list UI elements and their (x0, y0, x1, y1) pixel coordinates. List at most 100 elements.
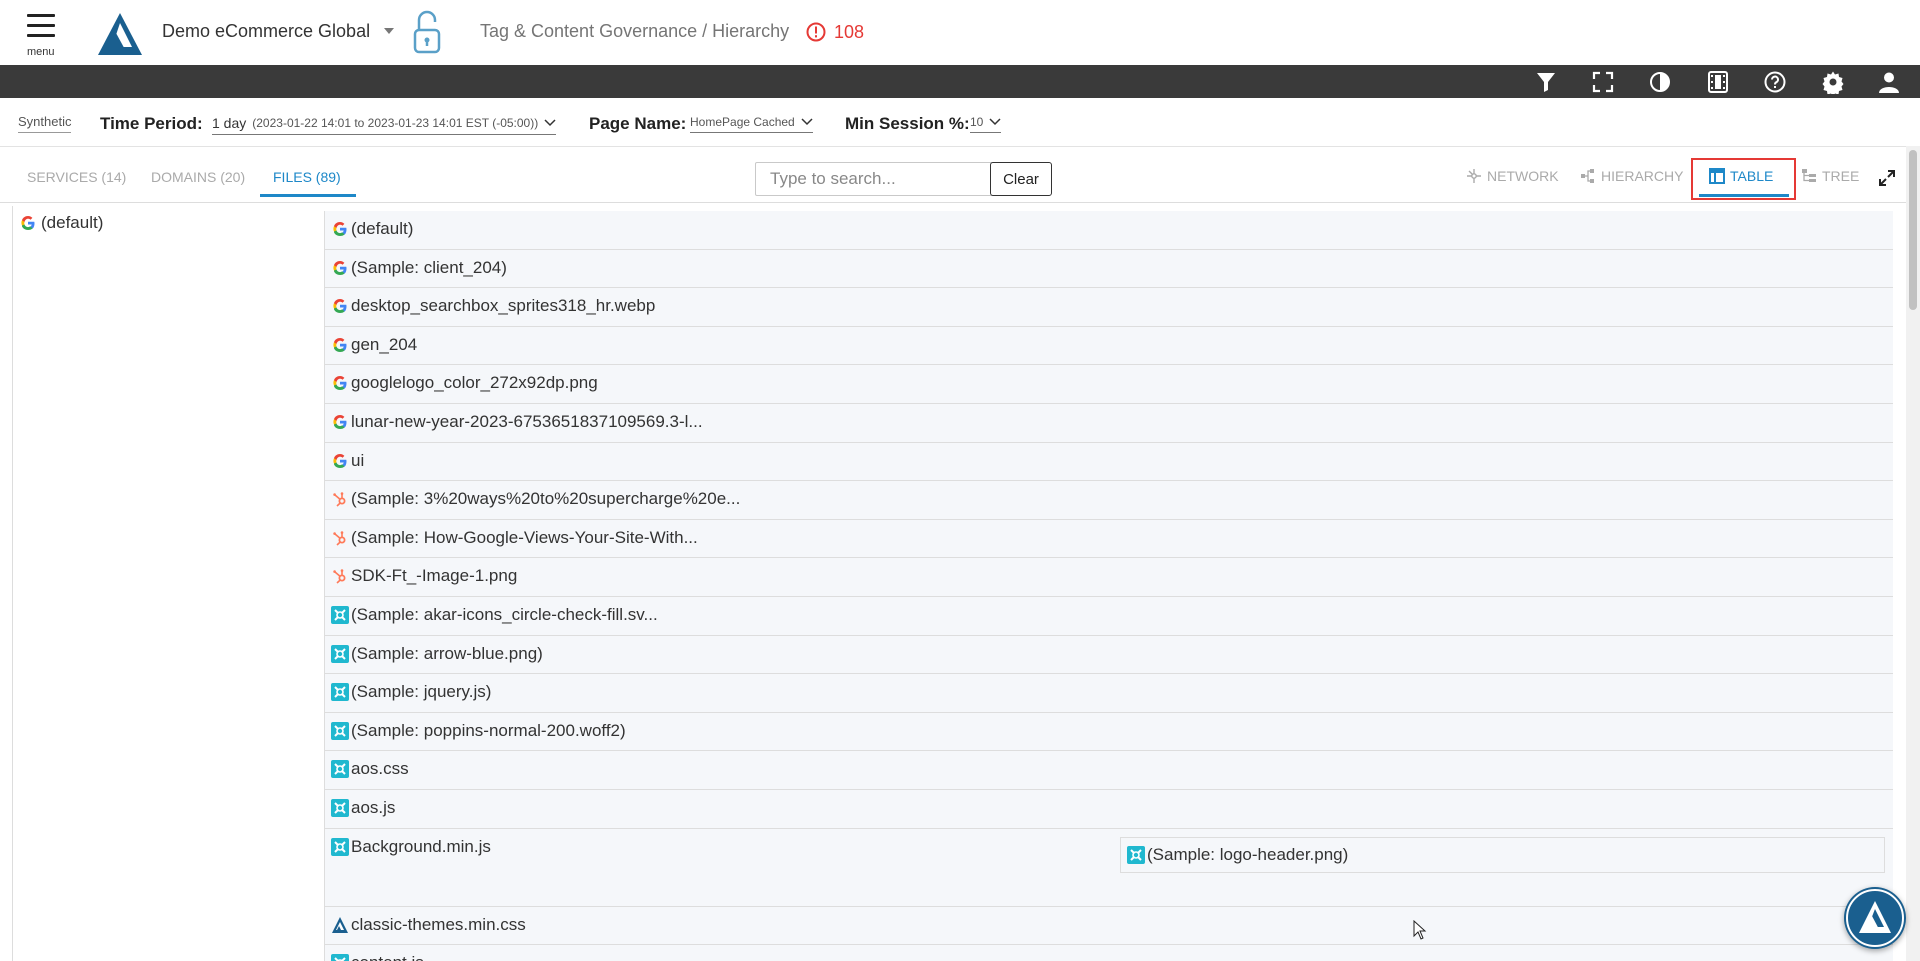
org-name: Demo eCommerce Global (162, 21, 371, 41)
gear-icon[interactable] (1821, 70, 1845, 94)
view-tree[interactable]: TREE (1801, 168, 1859, 184)
row-cell: (Sample: arrow-blue.png) (331, 644, 543, 664)
row-label: SDK-Ft_-Image-1.png (351, 566, 518, 586)
chat-button[interactable] (1844, 887, 1906, 949)
row-cell: aos.css (331, 759, 409, 779)
table-row[interactable]: classic-themes.min.css (325, 906, 1893, 946)
left-item-default[interactable]: (default) (19, 213, 103, 233)
user-icon[interactable] (1877, 70, 1901, 94)
left-pane: (default) (12, 206, 325, 961)
table-row[interactable]: content.js (325, 945, 1893, 961)
table-row[interactable]: (Sample: arrow-blue.png) (325, 635, 1893, 675)
page-name-select[interactable]: HomePage Cached (690, 115, 813, 133)
min-session-select[interactable]: 10 (970, 115, 1002, 133)
view-network[interactable]: NETWORK (1466, 168, 1559, 184)
google-icon (333, 260, 347, 275)
alert-indicator[interactable]: 108 (806, 20, 864, 44)
row-label: (Sample: akar-icons_circle-check-fill.sv… (351, 604, 658, 624)
unlocked-icon[interactable] (410, 8, 444, 56)
table-row[interactable]: ui (325, 442, 1893, 482)
site-icon (331, 760, 349, 779)
google-icon (333, 337, 347, 352)
row-label: content.js (351, 953, 424, 961)
table-row[interactable]: Background.min.js (Sample: logo-header.pn… (325, 828, 1893, 907)
clear-button[interactable]: Clear (990, 162, 1052, 196)
table-row[interactable]: (Sample: 3%20ways%20to%20supercharge%20e… (325, 481, 1893, 520)
breadcrumb: Tag & Content Governance / Hierarchy (480, 21, 790, 41)
table-row[interactable]: (Sample: How-Google-Views-Your-Site-With… (325, 519, 1893, 559)
source-select[interactable]: Synthetic (18, 114, 72, 133)
google-icon (333, 222, 347, 236)
row-cell: SDK-Ft_-Image-1.png (331, 566, 517, 586)
row-cell: (Sample: client_204) (331, 258, 507, 278)
site-icon (1127, 845, 1145, 864)
row-label: aos.css (351, 759, 409, 779)
time-period-select[interactable]: 1 day (2023-01-22 14:01 to 2023-01-23 14… (212, 115, 557, 135)
app-header: menu Demo eCommerce Global Tag & Content… (0, 0, 1920, 65)
hubspot-icon (333, 531, 346, 546)
table-row[interactable]: (default) (325, 211, 1893, 250)
tabs-bar: SERVICES (14) DOMAINS (20) FILES (89) Cl… (0, 146, 1920, 203)
google-icon (333, 453, 347, 468)
hierarchy-icon (1581, 169, 1594, 183)
scroll-thumb[interactable] (1909, 150, 1917, 310)
time-period-range: (2023-01-22 14:01 to 2023-01-23 14:01 ES… (252, 116, 539, 130)
view-hierarchy[interactable]: HIERARCHY (1580, 168, 1683, 184)
tab-files[interactable]: FILES (89) (273, 169, 341, 185)
contrast-icon[interactable] (1648, 70, 1672, 94)
filter-icon[interactable] (1534, 70, 1558, 94)
vertical-scrollbar[interactable] (1906, 146, 1920, 961)
row-label: lunar-new-year-2023-6753651837109569.3-l… (351, 411, 703, 431)
min-session-label: Min Session %: (845, 114, 970, 133)
table-row[interactable]: lunar-new-year-2023-6753651837109569.3-l… (325, 403, 1893, 443)
brand-logo-icon (1846, 889, 1904, 947)
expand-icon[interactable] (1878, 169, 1896, 187)
row-label: ui (351, 450, 365, 470)
table-row[interactable]: (Sample: jquery.js) (325, 674, 1893, 713)
tab-services[interactable]: SERVICES (14) (27, 169, 126, 185)
files-table: (default) (Sample: client_204) desktop_sea… (324, 211, 1893, 961)
nested-child-item[interactable]: (Sample: logo-header.png) (1120, 836, 1885, 873)
page-name-value: HomePage Cached (690, 115, 795, 129)
table-row[interactable]: aos.css (325, 751, 1893, 790)
table-row[interactable]: googlelogo_color_272x92dp.png (325, 365, 1893, 404)
table-row[interactable]: desktop_searchbox_sprites318_hr.webp (325, 288, 1893, 327)
view-hierarchy-label: HIERARCHY (1601, 168, 1684, 184)
org-dropdown-caret-icon[interactable] (382, 26, 396, 36)
help-icon[interactable] (1763, 70, 1787, 94)
row-label: Background.min.js (351, 836, 491, 856)
row-cell: Background.min.js (331, 837, 491, 857)
google-icon (333, 414, 347, 429)
tree-icon (1802, 169, 1816, 182)
row-label: (default) (351, 219, 414, 238)
table-row[interactable]: gen_204 (325, 326, 1893, 366)
menu-label: menu (27, 46, 55, 58)
table-row[interactable]: aos.js (325, 789, 1893, 829)
row-cell: (Sample: jquery.js) (331, 682, 491, 702)
row-cell: aos.js (331, 798, 395, 818)
film-icon[interactable] (1706, 70, 1730, 94)
tab-domains[interactable]: DOMAINS (20) (151, 169, 245, 185)
mouse-cursor-icon (1413, 920, 1427, 940)
site-icon (331, 644, 349, 663)
table-row[interactable]: SDK-Ft_-Image-1.png (325, 558, 1893, 597)
table-row[interactable]: (Sample: poppins-normal-200.woff2) (325, 712, 1893, 752)
active-tab-indicator (260, 194, 356, 197)
row-cell: ui (331, 451, 364, 471)
child-label: (Sample: logo-header.png) (1147, 844, 1349, 864)
row-cell: (Sample: akar-icons_circle-check-fill.sv… (331, 605, 658, 625)
menu-button[interactable]: menu (22, 10, 64, 60)
site-icon (331, 721, 349, 740)
row-cell: lunar-new-year-2023-6753651837109569.3-l… (331, 412, 703, 432)
row-label: classic-themes.min.css (351, 914, 526, 934)
search-input[interactable] (755, 162, 1021, 196)
row-label: (Sample: arrow-blue.png) (351, 643, 543, 663)
brand-triangle-icon (332, 916, 348, 933)
table-row[interactable]: (Sample: client_204) (325, 249, 1893, 289)
table-row[interactable]: (Sample: akar-icons_circle-check-fill.sv… (325, 596, 1893, 636)
row-cell: (Sample: How-Google-Views-Your-Site-With… (331, 528, 698, 548)
row-label: aos.js (351, 797, 396, 817)
row-label: (Sample: 3%20ways%20to%20supercharge%20e… (351, 489, 741, 509)
app-logo[interactable] (98, 13, 142, 55)
fullscreen-icon[interactable] (1591, 70, 1615, 94)
